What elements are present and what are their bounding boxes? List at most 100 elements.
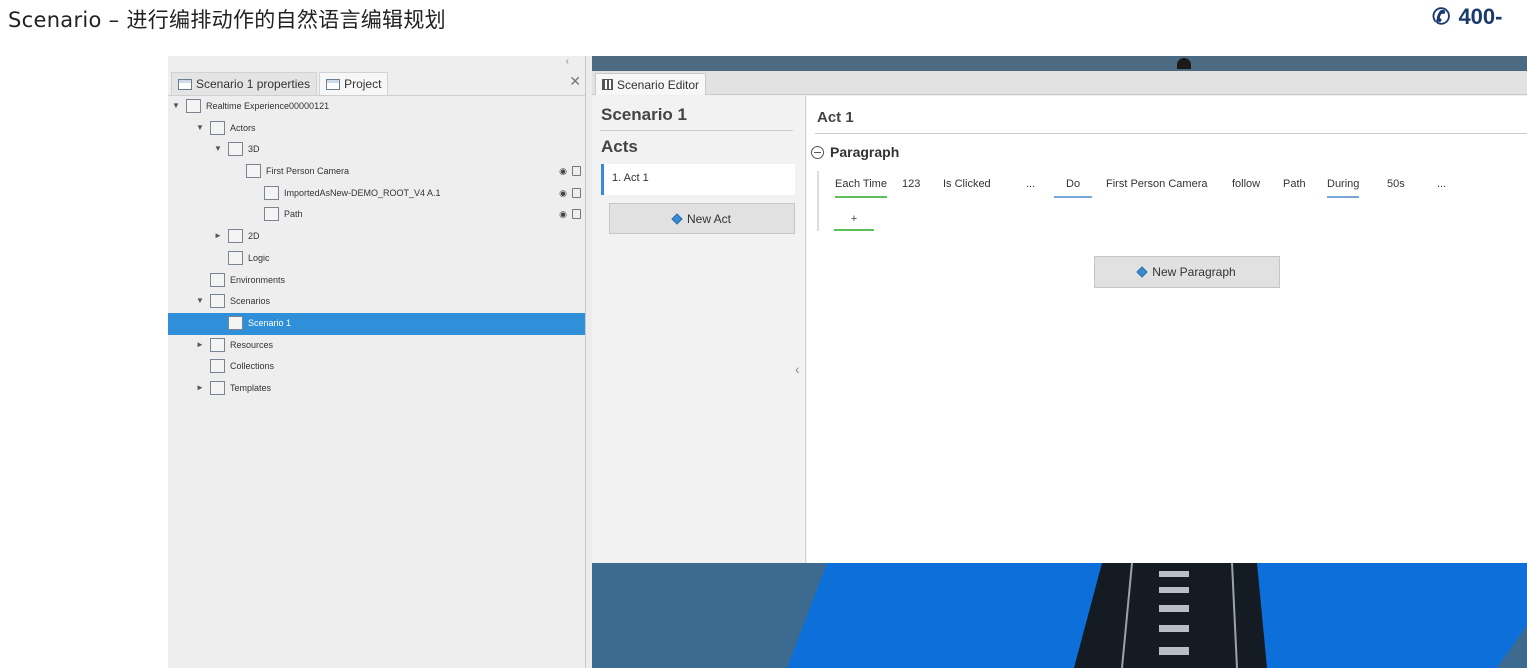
editor-tab-bar: Scenario Editor (592, 71, 1527, 95)
expand-arrow-icon[interactable]: ▼ (172, 101, 180, 110)
new-paragraph-button[interactable]: New Paragraph (1094, 256, 1280, 288)
actor-icon (210, 120, 225, 135)
collapse-left-icon[interactable]: ‹ (566, 56, 569, 67)
phone-number[interactable]: ✆ 400- (1432, 4, 1502, 30)
visibility-eye-icon[interactable]: ◉ (559, 188, 567, 199)
editor-top-bar (592, 56, 1527, 71)
collapse-acts-icon[interactable]: ‹ (795, 361, 800, 377)
close-icon[interactable]: ✕ (569, 73, 581, 90)
tab-scenario-properties[interactable]: Scenario 1 properties (171, 72, 318, 95)
act-pane: Act 1 Paragraph Each Time 123 Is Clicked… (807, 96, 1527, 563)
panel-top-strip: ‹ (168, 56, 585, 70)
add-diamond-icon (1136, 266, 1148, 278)
selectable-toggle-icon[interactable] (572, 209, 581, 220)
tree-item-label: Collections (230, 361, 275, 372)
scenario-icon (228, 315, 243, 330)
lane-mark (1159, 571, 1189, 577)
tree-item[interactable]: ImportedAsNew-DEMO_ROOT_V4 A.1 ◉ (168, 183, 585, 205)
visibility-eye-icon[interactable]: ◉ (559, 166, 567, 177)
add-sentence-button[interactable]: + (834, 213, 874, 231)
target-token[interactable]: Path (1283, 178, 1306, 196)
viewport-scene (592, 563, 1527, 668)
during-token[interactable]: During (1327, 178, 1360, 198)
tree-item[interactable]: ▼ Actors (168, 118, 585, 140)
scenario-editor: Scenario Editor Scenario 1 Acts 1. Act 1… (592, 56, 1527, 563)
tree-item[interactable]: ▼ 3D (168, 139, 585, 161)
tab-label: Scenario Editor (617, 77, 700, 92)
3d-viewport[interactable] (592, 563, 1527, 668)
lane-mark (1159, 647, 1189, 655)
page-title: Scenario – 进行编排动作的自然语言编辑规划 (8, 8, 446, 32)
phone-icon: ✆ (1432, 4, 1451, 29)
new-act-button[interactable]: New Act (609, 203, 795, 234)
tab-scenario-editor[interactable]: Scenario Editor (595, 73, 707, 95)
tree-item[interactable]: ▼ Scenarios (168, 291, 585, 313)
environment-icon (210, 272, 225, 287)
lane-mark (1159, 587, 1189, 593)
expand-arrow-icon[interactable]: ▼ (214, 144, 222, 153)
logic-icon (228, 250, 243, 265)
tree-item-label: Scenario 1 (248, 317, 292, 328)
tab-label: Scenario 1 properties (196, 77, 311, 91)
selectable-toggle-icon[interactable] (572, 166, 581, 177)
tree-item-label: Scenarios (230, 296, 271, 307)
tree-item[interactable]: Path ◉ (168, 204, 585, 226)
tree-item-label: Path (284, 209, 303, 220)
paragraph-header[interactable]: Paragraph (811, 144, 899, 160)
tree-item[interactable]: Scenario 1 (168, 312, 585, 335)
expand-arrow-icon[interactable]: ► (196, 383, 204, 392)
tree-item[interactable]: ► Resources (168, 335, 585, 357)
phone-number-text: 400- (1458, 4, 1503, 29)
tree-item[interactable]: ▼ Realtime Experience00000121 (168, 96, 585, 118)
visibility-eye-icon[interactable]: ◉ (559, 209, 567, 220)
experience-icon (186, 99, 201, 113)
do-token[interactable]: Do (1054, 178, 1093, 198)
3d-folder-icon (228, 142, 243, 157)
tree-item[interactable]: ► 2D (168, 226, 585, 248)
camera-icon (246, 164, 261, 179)
tab-project[interactable]: Project (319, 72, 389, 95)
expand-arrow-icon[interactable]: ► (214, 231, 222, 240)
scenario-editor-icon (602, 79, 613, 90)
selectable-toggle-icon[interactable] (572, 187, 581, 198)
tree-item[interactable]: ► Templates (168, 378, 585, 400)
drag-handle-icon[interactable] (1177, 58, 1191, 69)
properties-icon (178, 78, 192, 90)
act-list-item[interactable]: 1. Act 1 (601, 164, 795, 195)
divider (600, 130, 793, 131)
tree-item-label: ImportedAsNew-DEMO_ROOT_V4 A.1 (284, 187, 441, 198)
expand-arrow-icon[interactable]: ▼ (196, 123, 204, 132)
duration-token[interactable]: 50s (1387, 178, 1405, 196)
resources-icon (210, 337, 225, 352)
templates-icon (210, 380, 225, 395)
new-act-label: New Act (686, 211, 731, 226)
project-icon (326, 78, 341, 90)
event-token[interactable]: Is Clicked (943, 178, 991, 196)
trigger-more-token[interactable]: ... (1026, 178, 1035, 196)
expand-arrow-icon[interactable]: ▼ (196, 296, 204, 305)
verb-token[interactable]: follow (1232, 178, 1260, 196)
tree-item-label: Realtime Experience00000121 (206, 101, 330, 111)
tree-item[interactable]: Environments (168, 270, 585, 292)
scenarios-icon (210, 294, 225, 309)
paragraph-label: Paragraph (830, 144, 900, 160)
tab-label: Project (344, 77, 382, 91)
tree-item[interactable]: First Person Camera ◉ (168, 161, 585, 183)
object-token[interactable]: 123 (902, 178, 920, 196)
tree-item-label: Environments (230, 274, 286, 285)
tree-item-label: 3D (248, 144, 260, 155)
scenario-title: Scenario 1 (601, 105, 687, 124)
add-diamond-icon (671, 212, 683, 225)
action-more-token[interactable]: ... (1437, 178, 1446, 196)
tree-item[interactable]: Logic (168, 248, 585, 270)
collections-icon (210, 359, 225, 374)
tree-item-label: First Person Camera (266, 166, 350, 177)
actor-token[interactable]: First Person Camera (1106, 178, 1207, 196)
tree-item[interactable]: Collections (168, 356, 585, 378)
collapse-paragraph-icon[interactable] (811, 145, 824, 159)
divider (815, 133, 1527, 134)
lane-mark (1159, 605, 1189, 612)
expand-arrow-icon[interactable]: ► (196, 340, 204, 349)
acts-heading: Acts (601, 137, 638, 156)
trigger-token[interactable]: Each Time (835, 178, 887, 198)
